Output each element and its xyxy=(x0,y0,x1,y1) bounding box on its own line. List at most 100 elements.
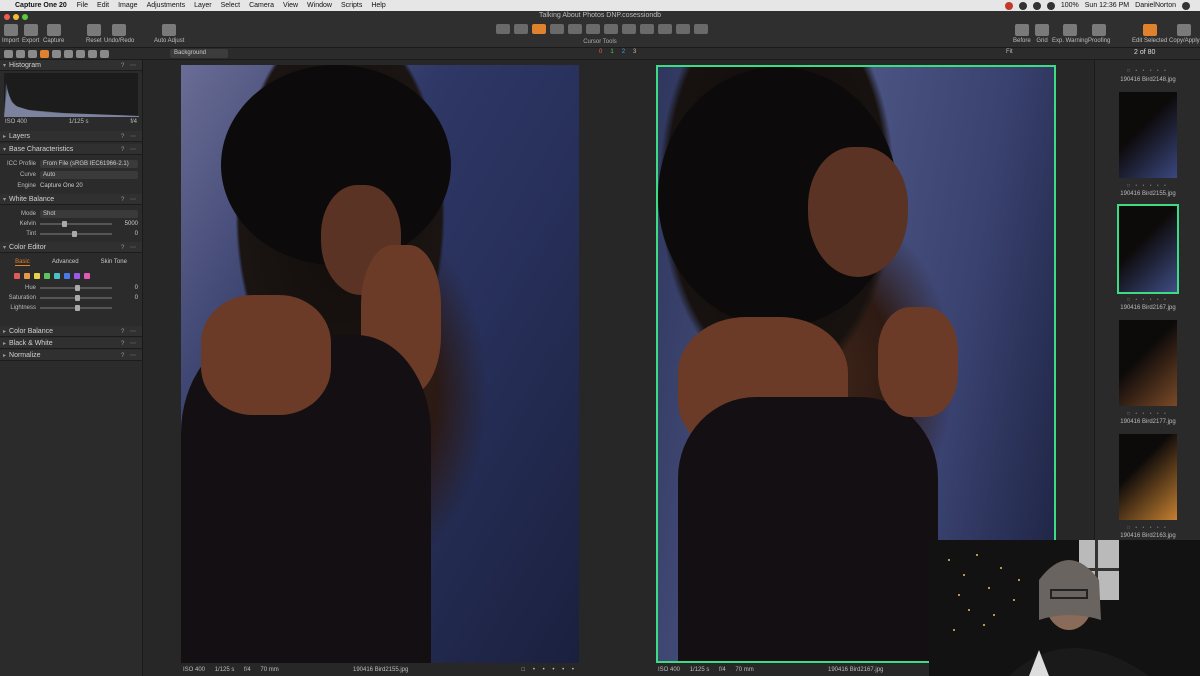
thumb-rating-stars[interactable]: □ • • • • • xyxy=(1127,411,1168,417)
spot-removal-cursor-icon[interactable] xyxy=(604,24,618,34)
search-icon[interactable] xyxy=(1182,1,1190,10)
color-swatch-3[interactable] xyxy=(44,273,50,279)
grid-button[interactable]: Grid xyxy=(1035,24,1049,44)
lightness-slider-knob[interactable] xyxy=(74,305,80,311)
color-swatch-0[interactable] xyxy=(14,273,20,279)
saturation-value[interactable]: 0 xyxy=(118,295,138,301)
rating-gray[interactable]: 3 xyxy=(633,49,636,55)
kelvin-slider[interactable] xyxy=(40,221,112,227)
color-editor-header[interactable]: ▾ Color Editor ? ⋯ xyxy=(0,242,142,253)
color-swatch-6[interactable] xyxy=(74,273,80,279)
metadata-tab-icon[interactable] xyxy=(88,50,97,58)
white-balance-header[interactable]: ▾ White Balance ? ⋯ xyxy=(0,194,142,205)
menu-adjustments[interactable]: Adjustments xyxy=(147,2,186,9)
panel-controls-icon[interactable]: ? ⋯ xyxy=(121,352,138,359)
background-select[interactable]: Background xyxy=(170,49,228,58)
thumb-bird2177[interactable] xyxy=(1119,320,1177,406)
hue-slider-knob[interactable] xyxy=(74,285,80,291)
rating-red[interactable]: 0 xyxy=(599,49,602,55)
library-tab-icon[interactable] xyxy=(4,50,13,58)
select-cursor-icon[interactable] xyxy=(496,24,510,34)
color-swatch-1[interactable] xyxy=(24,273,30,279)
user-name[interactable]: DanielNorton xyxy=(1135,2,1176,9)
thumb-bird2155[interactable] xyxy=(1119,92,1177,178)
panel-controls-icon[interactable]: ? ⋯ xyxy=(121,146,138,153)
kelvin-slider-knob[interactable] xyxy=(61,221,67,227)
color-swatch-2[interactable] xyxy=(34,273,40,279)
base-characteristics-header[interactable]: ▾ Base Characteristics ? ⋯ xyxy=(0,144,142,155)
sync-icon[interactable] xyxy=(1032,1,1041,10)
pan-cursor-icon[interactable] xyxy=(514,24,528,34)
curve-select[interactable]: Auto xyxy=(40,170,138,179)
layers-header[interactable]: ▸ Layers ? ⋯ xyxy=(0,131,142,142)
thumb-rating-stars[interactable]: □ • • • • • xyxy=(1127,297,1168,303)
rating-green[interactable]: 1 xyxy=(610,49,613,55)
color-swatch-4[interactable] xyxy=(54,273,60,279)
kelvin-value[interactable]: 5000 xyxy=(118,221,138,227)
saturation-slider-knob[interactable] xyxy=(74,295,80,301)
rating-blue[interactable]: 2 xyxy=(622,49,625,55)
thumb-rating-stars[interactable]: □ • • • • • xyxy=(1127,183,1168,189)
eraser-cursor-icon[interactable] xyxy=(640,24,654,34)
zoom-fit[interactable]: Fit xyxy=(1006,49,1013,55)
record-status-icon[interactable] xyxy=(1004,1,1013,10)
black-white-header[interactable]: ▸ Black & White ? ⋯ xyxy=(0,338,142,349)
exp-warning-button[interactable]: Exp. Warning xyxy=(1052,24,1088,44)
color-swatch-5[interactable] xyxy=(64,273,70,279)
lightness-slider[interactable] xyxy=(40,305,112,311)
keystone-cursor-icon[interactable] xyxy=(586,24,600,34)
hue-slider[interactable] xyxy=(40,285,112,291)
normalize-header[interactable]: ▸ Normalize ? ⋯ xyxy=(0,350,142,361)
menu-select[interactable]: Select xyxy=(221,2,240,9)
thumb-rating-stars[interactable]: □ • • • • • xyxy=(1127,68,1168,74)
photo-left[interactable] xyxy=(181,65,579,663)
details-tab-icon[interactable] xyxy=(64,50,73,58)
left-rating-stars[interactable]: □ • • • • • xyxy=(522,667,577,673)
panel-controls-icon[interactable]: ? ⋯ xyxy=(121,196,138,203)
edit-selected-button[interactable]: Edit Selected xyxy=(1132,24,1167,44)
tint-value[interactable]: 0 xyxy=(118,231,138,237)
panel-controls-icon[interactable]: ? ⋯ xyxy=(121,340,138,347)
copy-apply-button[interactable]: Copy/Apply xyxy=(1169,24,1200,44)
menu-file[interactable]: File xyxy=(77,2,88,9)
wifi-icon[interactable] xyxy=(1046,1,1055,10)
picker-cursor-icon[interactable] xyxy=(676,24,690,34)
output-tab-icon[interactable] xyxy=(100,50,109,58)
rotate-cursor-icon[interactable] xyxy=(568,24,582,34)
capture-tab-icon[interactable] xyxy=(16,50,25,58)
menu-window[interactable]: Window xyxy=(307,2,332,9)
menu-view[interactable]: View xyxy=(283,2,298,9)
battery-level[interactable]: 100% xyxy=(1061,2,1079,9)
panel-controls-icon[interactable]: ? ⋯ xyxy=(121,328,138,335)
clock[interactable]: Sun 12:36 PM xyxy=(1085,2,1129,9)
tint-slider-knob[interactable] xyxy=(72,231,78,237)
saturation-slider[interactable] xyxy=(40,295,112,301)
thumb-bird2163[interactable] xyxy=(1119,434,1177,520)
color-tab-icon[interactable] xyxy=(40,50,49,58)
exposure-tab-icon[interactable] xyxy=(52,50,61,58)
annotation-cursor-icon[interactable] xyxy=(694,24,708,34)
brush-cursor-icon[interactable] xyxy=(622,24,636,34)
thumb-bird2167-selected[interactable] xyxy=(1117,204,1179,294)
menu-layer[interactable]: Layer xyxy=(194,2,212,9)
icc-profile-select[interactable]: From File (sRGB IEC61966-2.1) xyxy=(40,159,138,168)
tab-skin-tone[interactable]: Skin Tone xyxy=(101,259,127,266)
lens-tab-icon[interactable] xyxy=(28,50,37,58)
adjustments-tab-icon[interactable] xyxy=(76,50,85,58)
crop-cursor-icon[interactable] xyxy=(550,24,564,34)
proofing-button[interactable]: Proofing xyxy=(1088,24,1110,44)
gradient-cursor-icon[interactable] xyxy=(658,24,672,34)
color-balance-header[interactable]: ▸ Color Balance ? ⋯ xyxy=(0,326,142,337)
loupe-cursor-icon[interactable] xyxy=(532,24,546,34)
histogram-header[interactable]: ▾ Histogram ? ⋯ xyxy=(0,60,142,71)
app-menu[interactable]: Capture One 20 xyxy=(15,2,67,9)
tab-advanced[interactable]: Advanced xyxy=(52,259,79,266)
before-button[interactable]: Before xyxy=(1013,24,1031,44)
dropbox-icon[interactable] xyxy=(1018,1,1027,10)
menu-image[interactable]: Image xyxy=(118,2,137,9)
panel-controls-icon[interactable]: ? ⋯ xyxy=(121,133,138,140)
tint-slider[interactable] xyxy=(40,231,112,237)
menu-help[interactable]: Help xyxy=(371,2,385,9)
menu-camera[interactable]: Camera xyxy=(249,2,274,9)
menu-scripts[interactable]: Scripts xyxy=(341,2,362,9)
